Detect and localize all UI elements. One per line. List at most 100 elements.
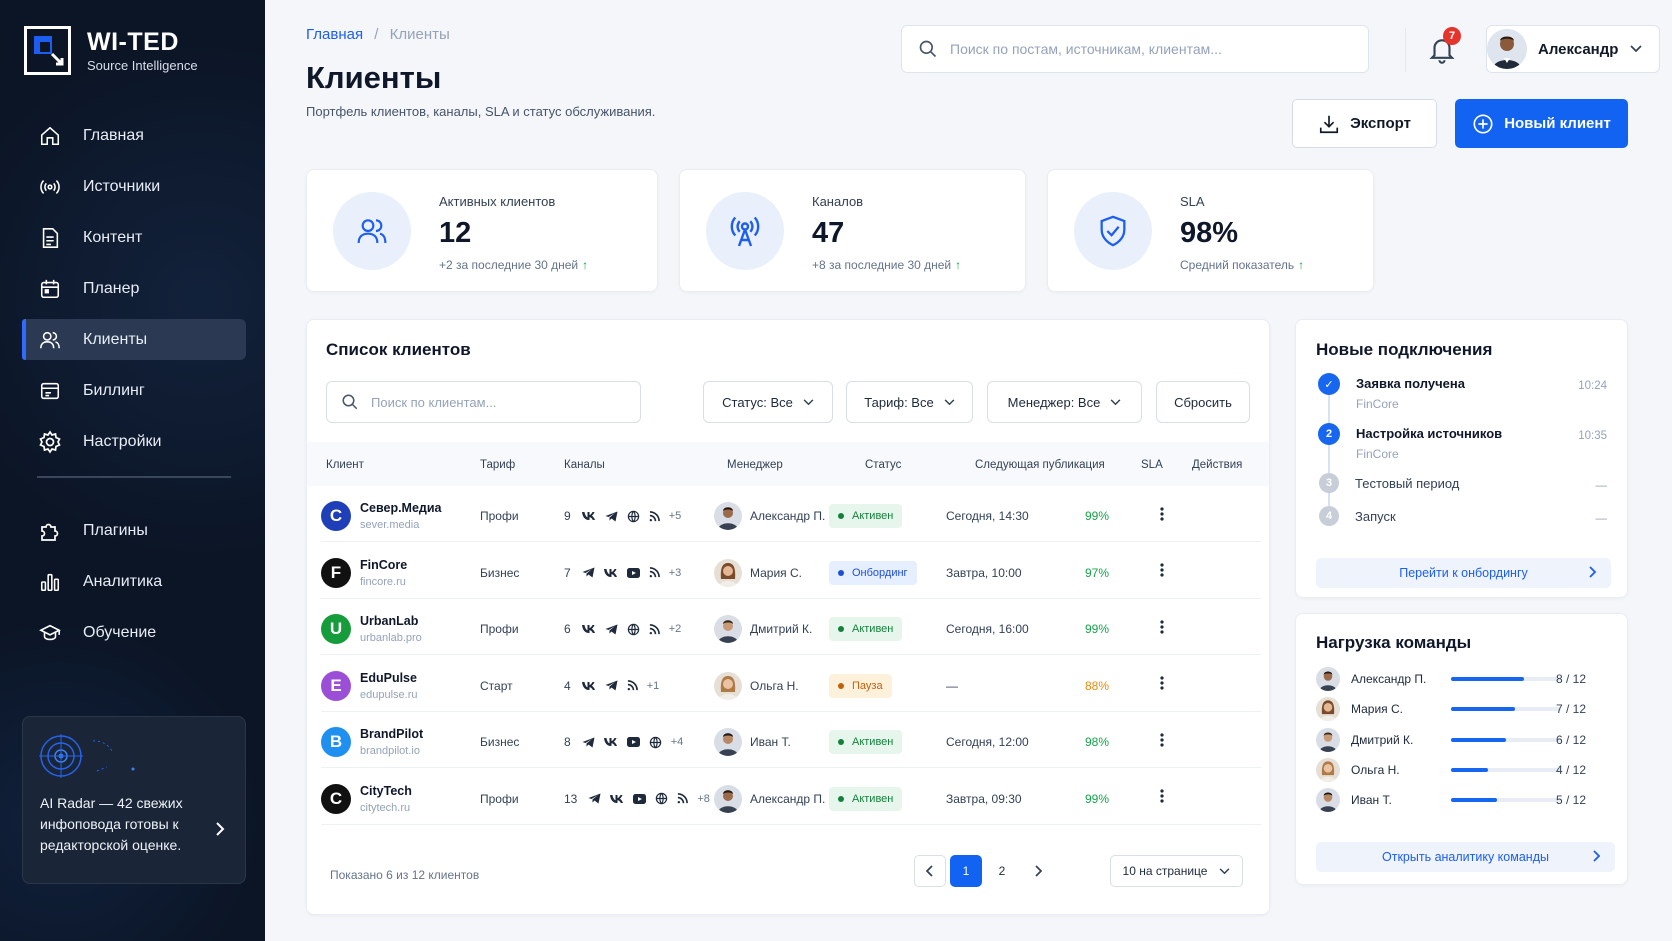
page-subtitle: Портфель клиентов, каналы, SLA и статус …	[306, 104, 656, 119]
chevron-right-icon[interactable]	[215, 821, 225, 842]
tariff-cell: Профи	[480, 622, 519, 636]
onboarding-title: Новые подключения	[1316, 340, 1493, 359]
client-name[interactable]: Север.Медиа	[360, 501, 442, 515]
prev-page-button[interactable]	[914, 855, 946, 887]
manager-filter[interactable]: Менеджер: Все	[987, 381, 1142, 423]
brand-logo[interactable]: WI-TED Source Intelligence	[24, 26, 198, 75]
sidebar-item-content[interactable]: Контент	[22, 217, 246, 258]
page-button[interactable]: 1	[950, 855, 982, 887]
table-row[interactable]: С Север.Медиа sever.media Профи 9 +5 Александр…	[321, 486, 1261, 542]
sidebar-item-planner[interactable]: Планер	[22, 268, 246, 309]
client-name[interactable]: BrandPilot	[360, 727, 423, 741]
client-search[interactable]	[326, 381, 641, 423]
stat-card-active-clients: Активных клиентов 12 +2 за последние 30 …	[306, 169, 658, 292]
team-load-panel: Нагрузка команды Александр П. 8 / 12 Мария…	[1295, 613, 1628, 885]
graduation-icon	[38, 621, 62, 645]
client-search-input[interactable]	[371, 394, 631, 410]
tariff-cell: Старт	[480, 678, 513, 693]
breadcrumb-home-link[interactable]: Главная	[306, 26, 363, 43]
more-vertical-icon[interactable]	[1160, 676, 1164, 695]
youtube-icon	[633, 793, 647, 804]
client-name[interactable]: FinCore	[360, 558, 407, 572]
chevron-down-icon	[1630, 40, 1643, 58]
step-number: 3	[1319, 473, 1339, 493]
plus-circle-icon	[1473, 113, 1493, 134]
team-member-load: 6 / 12	[1555, 732, 1586, 747]
team-member-load: 5 / 12	[1555, 793, 1586, 808]
sidebar-item-sources[interactable]: Источники	[22, 166, 246, 207]
global-search[interactable]	[901, 25, 1369, 73]
go-to-onboarding-link[interactable]: Перейти к онбордингу	[1316, 558, 1611, 588]
step-time: 10:24	[1578, 380, 1607, 392]
sidebar-item-learning[interactable]: Обучение	[22, 612, 246, 653]
table-row[interactable]: B BrandPilot brandpilot.io Бизнес 8 +4 Иван Т.…	[321, 712, 1261, 768]
open-team-analytics-link[interactable]: Открыть аналитику команды	[1316, 842, 1615, 872]
table-row[interactable]: E EduPulse edupulse.ru Старт 4 +1 Ольга Н. Пауз…	[321, 656, 1261, 712]
next-publication-cell: Сегодня, 12:00	[946, 735, 1029, 749]
page-button[interactable]: 2	[986, 855, 1018, 887]
status-badge: Активен	[829, 730, 903, 754]
user-menu[interactable]: Александр	[1486, 25, 1660, 73]
table-row[interactable]: C CityTech citytech.ru Профи 13 +8 Александр П…	[321, 769, 1261, 825]
stat-label: SLA	[1180, 194, 1205, 209]
search-icon	[342, 394, 358, 410]
brand-subtitle: Source Intelligence	[87, 57, 198, 73]
reset-filters-button[interactable]: Сбросить	[1156, 381, 1250, 423]
arrow-up-icon: ↑	[1298, 258, 1305, 272]
broadcast-icon	[38, 175, 62, 199]
global-search-input[interactable]	[950, 41, 1350, 57]
sidebar-item-analytics[interactable]: Аналитика	[22, 561, 246, 602]
sla-cell: 98%	[1085, 735, 1110, 749]
ai-radar-card[interactable]: AI Radar — 42 свежих инфоповода готовы к…	[22, 716, 246, 884]
more-vertical-icon[interactable]	[1160, 563, 1164, 582]
table-header: Клиент Тариф Каналы Менеджер Статус След…	[307, 442, 1269, 486]
tariff-filter[interactable]: Тариф: Все	[846, 381, 973, 423]
team-member-load: 8 / 12	[1555, 672, 1586, 686]
breadcrumb-separator: /	[374, 26, 379, 43]
status-badge: Онбординг	[829, 560, 917, 585]
status-cell: Активен	[829, 599, 903, 659]
new-client-button[interactable]: Новый клиент	[1455, 99, 1628, 148]
per-page-select[interactable]: 10 на странице	[1110, 855, 1243, 887]
search-icon	[919, 40, 937, 58]
step-time: 10:35	[1578, 430, 1607, 442]
more-vertical-icon[interactable]	[1160, 732, 1164, 752]
chevron-right-icon	[1593, 850, 1601, 862]
team-member-avatar	[1316, 697, 1340, 722]
manager-cell: Дмитрий К.	[714, 599, 812, 659]
sidebar: WI-TED Source Intelligence Главная Источ…	[0, 0, 265, 941]
sidebar-item-settings[interactable]: Настройки	[22, 421, 246, 462]
stat-value: 98%	[1180, 217, 1239, 249]
next-page-button[interactable]	[1022, 855, 1054, 887]
antenna-icon	[706, 192, 784, 270]
table-row[interactable]: U UrbanLab urbanlab.pro Профи 6 +2 Дмитрий К. А…	[321, 599, 1261, 655]
more-vertical-icon[interactable]	[1160, 789, 1164, 808]
status-filter[interactable]: Статус: Все	[703, 381, 833, 423]
team-load-title: Нагрузка команды	[1316, 633, 1472, 652]
more-vertical-icon[interactable]	[1160, 619, 1164, 639]
manager-cell: Мария С.	[714, 543, 802, 603]
team-member-avatar	[1316, 667, 1340, 691]
client-name[interactable]: CityTech	[360, 784, 412, 798]
channel-more: +5	[668, 510, 682, 522]
status-cell: Активен	[829, 769, 903, 829]
more-vertical-icon[interactable]	[1160, 506, 1164, 526]
sidebar-item-label: Биллинг	[83, 381, 145, 399]
sidebar-item-clients[interactable]: Клиенты	[22, 319, 246, 360]
manager-name: Мария С.	[750, 565, 803, 580]
channels-cell: 13 +8	[564, 769, 710, 829]
sidebar-item-home[interactable]: Главная	[22, 115, 246, 156]
client-logo: U	[321, 614, 351, 644]
chevron-left-icon	[926, 865, 933, 877]
telegram-icon	[605, 680, 618, 691]
export-button[interactable]: Экспорт	[1292, 99, 1437, 148]
home-icon	[38, 124, 62, 148]
client-name[interactable]: UrbanLab	[360, 614, 422, 628]
client-name[interactable]: EduPulse	[360, 671, 418, 685]
table-row[interactable]: F FinCore fincore.ru Бизнес 7 +3 Мария С. Онбор…	[321, 543, 1261, 599]
vk-icon	[581, 624, 596, 634]
globe-icon	[649, 736, 662, 749]
chevron-down-icon	[944, 398, 955, 405]
sidebar-item-plugins[interactable]: Плагины	[22, 510, 246, 551]
sidebar-item-billing[interactable]: Биллинг	[22, 370, 246, 411]
